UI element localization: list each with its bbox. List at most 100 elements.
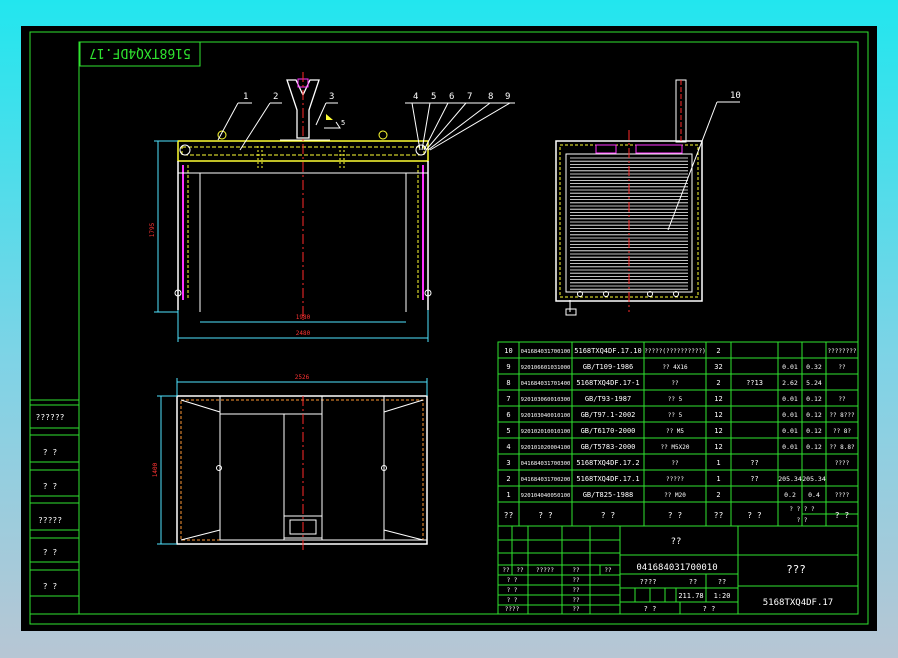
- bom-cell-note: ?? 8.8?: [829, 444, 855, 451]
- weld-symbol-value: 5: [341, 119, 345, 127]
- balloon-6: 6: [449, 92, 454, 102]
- balloon-2: 2: [273, 92, 278, 102]
- bom-cell-total: 205.34: [802, 475, 826, 483]
- part-title: ???: [786, 563, 806, 576]
- bom-cell-name: ?????: [666, 476, 684, 483]
- bom-cell-std: 5168TXQ4DF.17.1: [576, 475, 639, 483]
- row-label-2: ? ?: [507, 587, 518, 594]
- bom-cell-name: ?? M5X20: [661, 444, 690, 451]
- bom-cell-qty: 1: [716, 475, 720, 483]
- rev-header-3: ?????: [536, 567, 554, 574]
- balloon-10: 10: [730, 91, 741, 101]
- drawing-number: 5168TXQ4DF.17: [763, 598, 833, 608]
- sign-cell-3: ??: [572, 597, 580, 604]
- stage-label: ????: [640, 578, 657, 586]
- bom-cell-code: 920103040010100: [521, 413, 571, 419]
- bom-cell-code: 920103060010300: [521, 397, 571, 403]
- bom-cell-qty: 2: [716, 379, 720, 387]
- bom-cell-no: 9: [506, 363, 510, 371]
- balloon-5: 5: [431, 92, 436, 102]
- bom-cell-qty: 2: [716, 491, 720, 499]
- side-dim-height: 1795: [149, 222, 156, 237]
- bom-cell-qty: 1: [716, 459, 720, 467]
- bom-cell-no: 10: [504, 347, 512, 355]
- bom-cell-unit: 0.01: [782, 395, 798, 403]
- bom-cell-code: 920106601031000: [521, 365, 571, 371]
- bom-cell-unit: 0.01: [782, 427, 798, 435]
- bom-cell-mat: ??: [750, 459, 758, 467]
- bom-cell-no: 4: [506, 443, 510, 451]
- bom-cell-code: 041684031700100: [521, 349, 571, 355]
- balloon-4: 4: [413, 92, 418, 102]
- row-label-3: ? ?: [507, 597, 518, 604]
- bom-cell-no: 8: [506, 379, 510, 387]
- bom-cell-name: ?????(??????????): [644, 348, 705, 355]
- bom-cell-code: 920102010010100: [521, 429, 571, 435]
- bom-cell-name: ??: [671, 380, 679, 387]
- row-label-1: ? ?: [507, 577, 518, 584]
- bom-header-mat: ? ?: [747, 511, 762, 520]
- bom-cell-qty: 2: [716, 347, 720, 355]
- bom-cell-name: ?? 5: [668, 412, 683, 419]
- top-dim-height: 1400: [152, 462, 159, 477]
- bom-cell-note: ????: [835, 460, 850, 467]
- bom-cell-code: 920104040050100: [521, 493, 571, 499]
- bom-cell-qty: 12: [714, 443, 722, 451]
- bom-cell-total: 0.12: [806, 443, 822, 451]
- bom-header-name: ? ?: [668, 511, 683, 520]
- bom-cell-unit: 205.34: [778, 475, 802, 483]
- bom-cell-std: GB/T97.1-2002: [581, 411, 636, 419]
- bom-cell-name: ?? M20: [664, 492, 686, 499]
- bom-cell-std: 5168TXQ4DF.17.10: [574, 347, 641, 355]
- bom-cell-std: GB/T5783-2000: [581, 443, 636, 451]
- top-dim-width: 2526: [295, 374, 310, 381]
- bom-cell-std: GB/T109-1986: [583, 363, 634, 371]
- bom-cell-code: 041684031700200: [521, 477, 571, 483]
- side-dim-inner: 1980: [296, 314, 311, 321]
- bom-cell-note: ????: [835, 492, 850, 499]
- bom-cell-total: 0.12: [806, 427, 822, 435]
- bom-cell-total: 0.4: [808, 491, 820, 499]
- bom-cell-note: ??: [838, 396, 846, 403]
- sheet-label: ? ?: [644, 605, 657, 613]
- balloon-9: 9: [505, 92, 510, 102]
- bom-cell-unit: 0.2: [784, 491, 796, 499]
- bom-cell-name: ?? 4X16: [662, 364, 688, 371]
- bom-cell-no: 1: [506, 491, 510, 499]
- bom-cell-note: ?? 8???: [829, 412, 855, 419]
- left-cell-4: ?????: [38, 516, 62, 525]
- bom-cell-no: 7: [506, 395, 510, 403]
- bom-cell-no: 3: [506, 459, 510, 467]
- bom-header-no: ??: [504, 511, 514, 520]
- bom-cell-unit: 0.01: [782, 363, 798, 371]
- bom-cell-std: GB/T93-1987: [585, 395, 631, 403]
- bom-cell-std: GB/T6170-2000: [581, 427, 636, 435]
- bom-cell-name: ??: [671, 460, 679, 467]
- rev-header-2: ??: [516, 567, 524, 574]
- cad-drawing-canvas[interactable]: 5168TXQ4DF.17 ?????? ? ? ? ? ????? ? ? ?…: [0, 0, 898, 658]
- bom-cell-qty: 32: [714, 363, 722, 371]
- product-name: ??: [671, 537, 682, 547]
- bom-cell-mat: ??13: [746, 379, 763, 387]
- bom-cell-code: 920101020004100: [521, 445, 571, 451]
- bom-cell-total: 0.12: [806, 411, 822, 419]
- bom-cell-unit: 0.01: [782, 443, 798, 451]
- drawing-sheet: [21, 26, 877, 631]
- sheet-value: ? ?: [703, 605, 716, 613]
- bom-cell-code: 041684031701400: [521, 381, 571, 387]
- scale-label: ??: [718, 578, 726, 586]
- bom-cell-unit: 0.01: [782, 411, 798, 419]
- bom-cell-qty: 12: [714, 395, 722, 403]
- bom-cell-total: 0.12: [806, 395, 822, 403]
- bom-header-code: ? ?: [538, 511, 553, 520]
- bom-cell-code: 041684031700300: [521, 461, 571, 467]
- bom-cell-std: GB/T825-1988: [583, 491, 634, 499]
- bom-header-unit-total: ? ? ? ?: [789, 506, 815, 513]
- scale-value: 1:20: [714, 592, 731, 600]
- rev-header-4: ??: [572, 567, 580, 574]
- row-label-5: ????: [505, 606, 520, 613]
- sign-cell-1: ??: [572, 577, 580, 584]
- mirrored-title: 5168TXQ4DF.17: [89, 45, 191, 60]
- left-cell-1: ??????: [36, 413, 65, 422]
- bom-cell-mat: ??: [750, 475, 758, 483]
